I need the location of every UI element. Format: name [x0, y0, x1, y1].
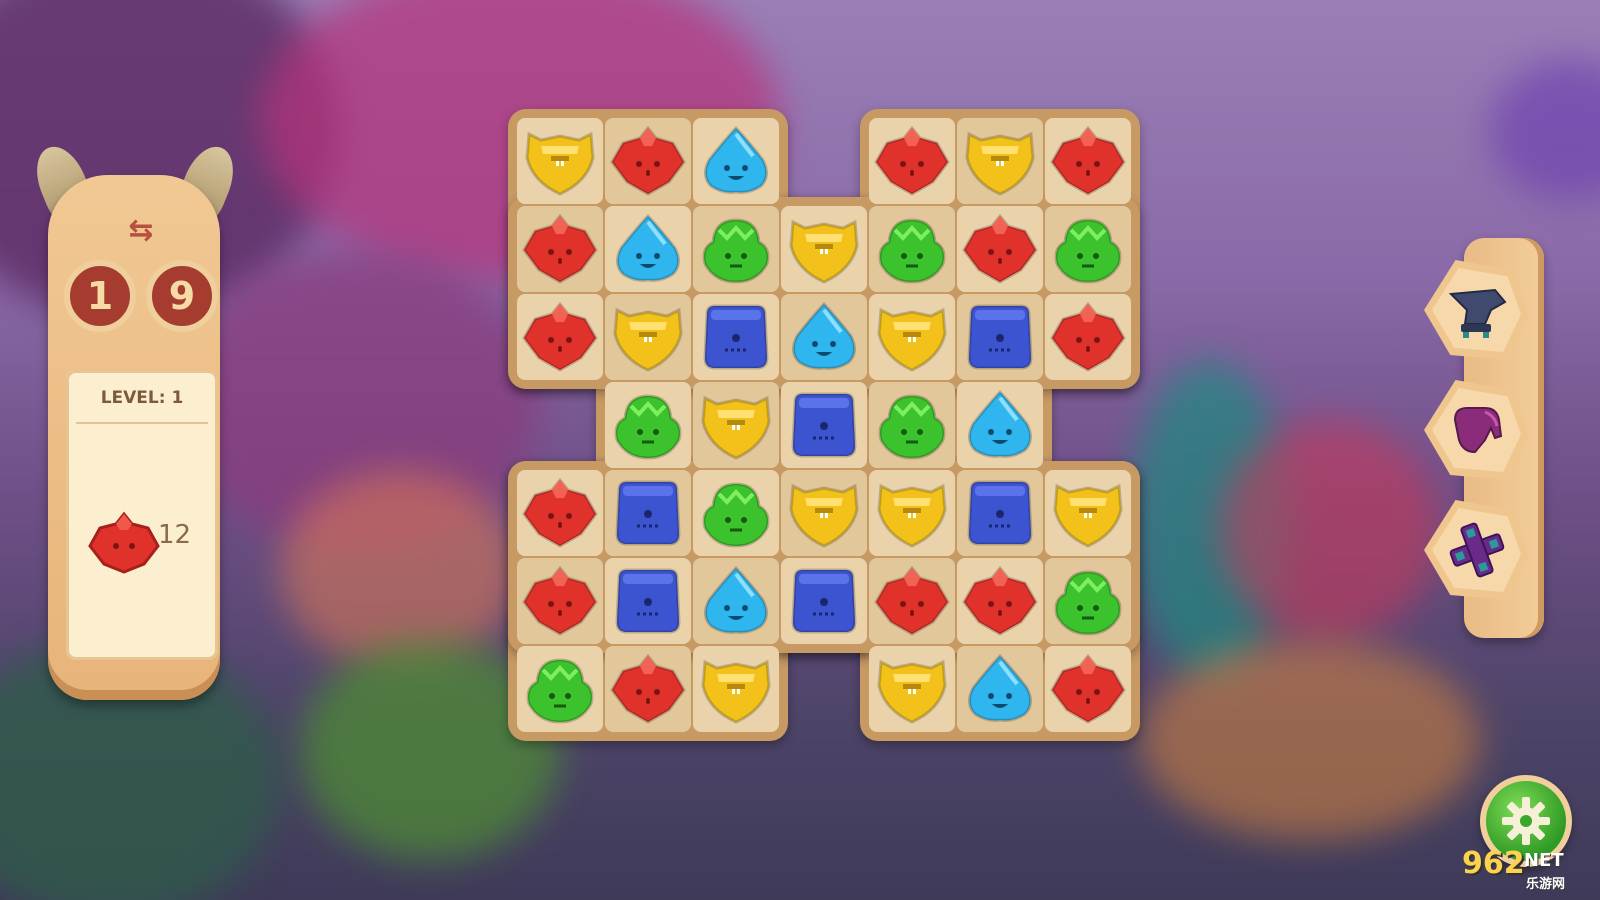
red-gem-icon[interactable]: [605, 118, 691, 204]
yellow-gem-icon[interactable]: [781, 206, 867, 292]
swap-arrows-icon: ⇆: [128, 213, 154, 248]
yellow-gem-icon[interactable]: [869, 294, 955, 380]
yellow-gem-icon[interactable]: [693, 646, 779, 732]
navy-gem-icon[interactable]: [781, 558, 867, 644]
red-gem-icon[interactable]: [957, 206, 1043, 292]
navy-gem-icon[interactable]: [781, 382, 867, 468]
green-gem-icon[interactable]: [869, 206, 955, 292]
red-gem-icon[interactable]: [517, 558, 603, 644]
game-board: [508, 109, 1168, 769]
blue-gem-icon[interactable]: [693, 118, 779, 204]
cross-icon: [1432, 508, 1521, 592]
blue-gem-icon[interactable]: [693, 558, 779, 644]
red-gem-icon[interactable]: [1045, 646, 1131, 732]
watermark-net: NET: [1524, 850, 1564, 871]
booster-cross-button[interactable]: [1424, 500, 1529, 600]
booster-anvil-button[interactable]: [1424, 260, 1529, 360]
blue-gem-icon[interactable]: [957, 382, 1043, 468]
red-gem-icon[interactable]: [517, 206, 603, 292]
green-gem-icon[interactable]: [869, 382, 955, 468]
yellow-gem-icon[interactable]: [517, 118, 603, 204]
yellow-gem-icon[interactable]: [957, 118, 1043, 204]
moves-digit-ones: 9: [146, 260, 218, 332]
moves-digit-tens: 1: [64, 260, 136, 332]
yellow-gem-icon[interactable]: [781, 470, 867, 556]
divider: [76, 422, 208, 424]
red-gem-icon[interactable]: [1045, 294, 1131, 380]
red-gem-icon[interactable]: [957, 558, 1043, 644]
green-gem-icon[interactable]: [693, 470, 779, 556]
green-gem-icon[interactable]: [1045, 206, 1131, 292]
booster-glove-button[interactable]: [1424, 380, 1529, 480]
gear-icon: [1502, 797, 1550, 845]
anvil-icon: [1432, 268, 1521, 352]
level-goal-box: LEVEL: 1 12: [66, 370, 218, 660]
yellow-gem-icon[interactable]: [869, 646, 955, 732]
glove-icon: [1432, 388, 1521, 472]
red-gem-icon[interactable]: [517, 470, 603, 556]
navy-gem-icon[interactable]: [605, 558, 691, 644]
boosters-panel: [1424, 238, 1544, 638]
goal-count: 12: [158, 520, 192, 550]
red-gem-icon[interactable]: [605, 646, 691, 732]
yellow-gem-icon[interactable]: [1045, 470, 1131, 556]
navy-gem-icon[interactable]: [605, 470, 691, 556]
watermark-sub: 乐游网: [1526, 877, 1566, 892]
panel-body: ⇆ 1 9 LEVEL: 1 12: [48, 175, 220, 700]
red-gem-icon[interactable]: [869, 118, 955, 204]
blue-gem-icon[interactable]: [781, 294, 867, 380]
red-gem-icon[interactable]: [869, 558, 955, 644]
blue-gem-icon[interactable]: [605, 206, 691, 292]
red-gem-icon[interactable]: [517, 294, 603, 380]
green-gem-icon[interactable]: [517, 646, 603, 732]
green-gem-icon[interactable]: [693, 206, 779, 292]
red-gem-icon[interactable]: [1045, 118, 1131, 204]
watermark-number: 962: [1462, 846, 1525, 881]
green-gem-icon[interactable]: [605, 382, 691, 468]
watermark-logo: 962 NET 乐游网: [1458, 846, 1596, 896]
moves-counter: 1 9: [64, 260, 220, 332]
level-label: LEVEL: 1: [100, 388, 184, 408]
yellow-gem-icon[interactable]: [693, 382, 779, 468]
green-gem-icon[interactable]: [1045, 558, 1131, 644]
goal-gem-icon: [88, 510, 160, 578]
yellow-gem-icon[interactable]: [869, 470, 955, 556]
navy-gem-icon[interactable]: [693, 294, 779, 380]
yellow-gem-icon[interactable]: [605, 294, 691, 380]
navy-gem-icon[interactable]: [957, 294, 1043, 380]
navy-gem-icon[interactable]: [957, 470, 1043, 556]
blue-gem-icon[interactable]: [957, 646, 1043, 732]
moves-panel: ⇆ 1 9 LEVEL: 1 12: [27, 139, 243, 705]
